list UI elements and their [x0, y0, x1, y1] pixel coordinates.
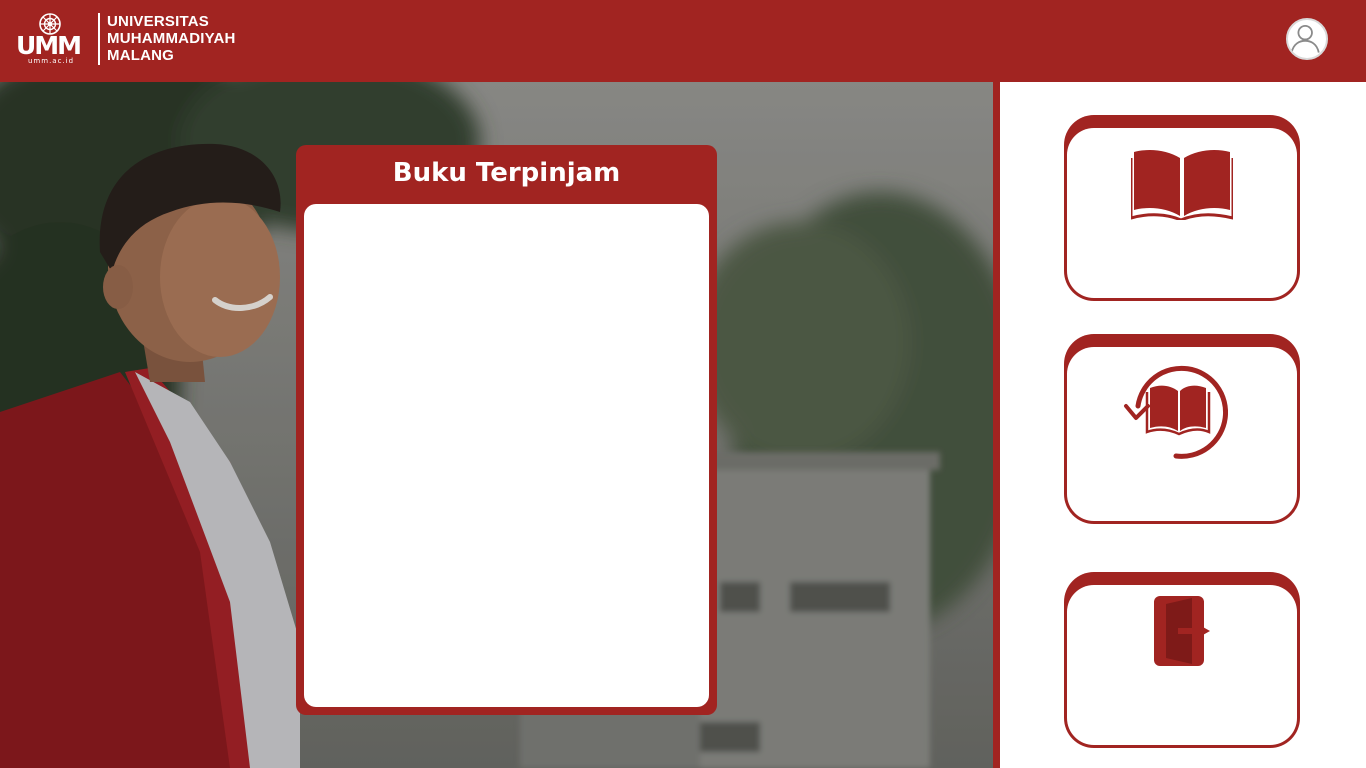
menu-tile-books[interactable] — [1064, 115, 1300, 301]
university-name-line-3: MALANG — [107, 47, 175, 64]
open-book-icon — [1131, 150, 1233, 220]
umm-logo[interactable]: UMM umm.ac.id UNIVERSITAS MUHAMMADIYAH M… — [14, 11, 270, 69]
logo-mark: UMM umm.ac.id — [14, 11, 94, 69]
sidebar-divider — [993, 82, 1000, 768]
menu-tile-logout[interactable] — [1064, 572, 1300, 748]
logout-door-icon — [1154, 596, 1210, 666]
university-name-line-2: MUHAMMADIYAH — [107, 30, 236, 47]
university-name: UNIVERSITAS MUHAMMADIYAH MALANG — [107, 13, 277, 64]
return-book-icon — [1124, 365, 1228, 459]
logo-divider — [98, 13, 100, 65]
logo-abbrev: UMM — [16, 31, 82, 60]
menu-tile-return[interactable] — [1064, 334, 1300, 524]
logo-url: umm.ac.id — [28, 57, 75, 65]
university-name-line-1: UNIVERSITAS — [107, 13, 209, 30]
borrowed-books-panel: Buku Terpinjam — [296, 145, 717, 715]
top-bar: UMM umm.ac.id UNIVERSITAS MUHAMMADIYAH M… — [0, 0, 1366, 82]
profile-avatar-button[interactable] — [1286, 18, 1328, 60]
borrowed-books-list[interactable] — [304, 204, 709, 707]
panel-title: Buku Terpinjam — [392, 158, 621, 188]
user-circle-icon — [1290, 24, 1320, 53]
